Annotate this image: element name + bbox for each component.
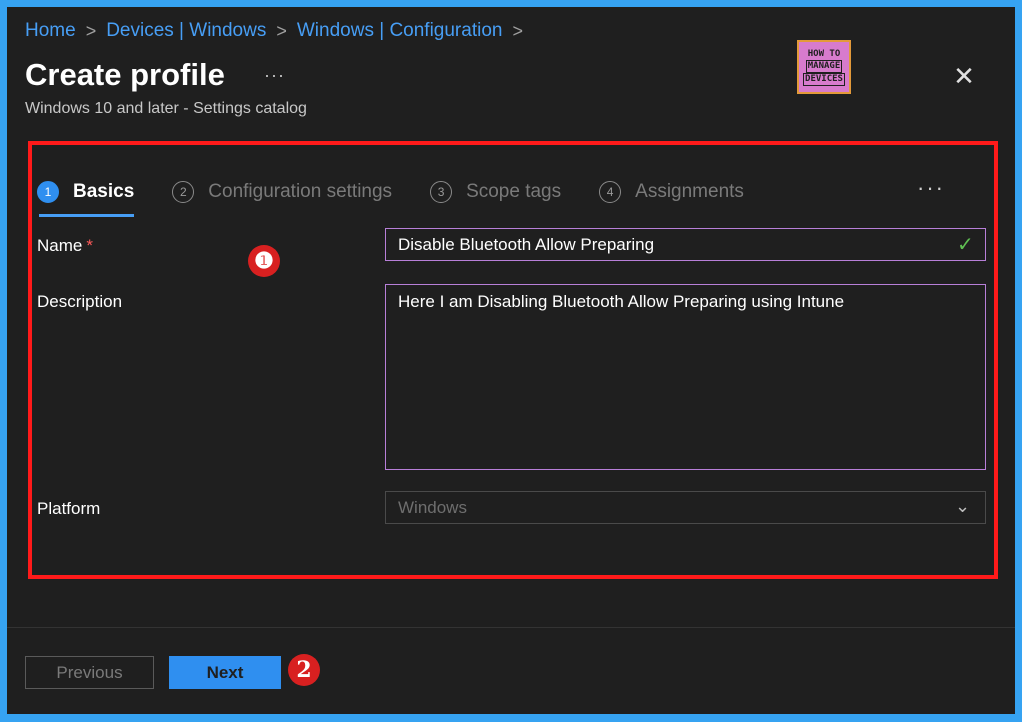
step-number-badge: 2 <box>172 181 195 203</box>
name-label: Name * <box>37 236 93 256</box>
tab-label: Basics <box>73 181 135 202</box>
annotation-marker-1: ❶ <box>248 245 280 277</box>
logo-line-3: DEVICES <box>803 72 845 86</box>
required-asterisk: * <box>86 236 93 255</box>
tab-label: Assignments <box>635 181 744 202</box>
description-label: Description <box>37 292 123 311</box>
tabs-overflow-icon[interactable]: ··· <box>917 175 945 201</box>
more-options-icon[interactable]: ··· <box>264 65 285 86</box>
tab-assignments[interactable]: 4 Assignments <box>599 172 744 212</box>
tab-configuration-settings[interactable]: 2 Configuration settings <box>172 172 392 212</box>
description-textarea[interactable]: Here I am Disabling Bluetooth Allow Prep… <box>385 284 986 470</box>
step-number-badge: 3 <box>430 181 453 203</box>
step-number-badge: 1 <box>37 181 59 203</box>
page-title: Create profile <box>25 57 225 92</box>
tab-label: Configuration settings <box>208 181 393 202</box>
platform-label: Platform <box>37 499 101 518</box>
tab-label: Scope tags <box>466 181 562 202</box>
breadcrumb-separator: > <box>85 20 97 41</box>
breadcrumb-devices-windows[interactable]: Devices | Windows <box>106 20 266 42</box>
previous-button[interactable]: Previous <box>25 656 154 689</box>
annotation-marker-2: 2 <box>288 654 320 686</box>
step-number-badge: 4 <box>599 181 622 203</box>
platform-select[interactable]: Windows <box>385 491 986 524</box>
chevron-down-icon: ⌄ <box>955 496 971 516</box>
close-icon[interactable]: ✕ <box>952 63 976 89</box>
next-button[interactable]: Next <box>169 656 281 689</box>
tab-scope-tags[interactable]: 3 Scope tags <box>430 172 561 212</box>
page-subtitle: Windows 10 and later - Settings catalog <box>25 100 307 117</box>
breadcrumb-separator: > <box>512 20 523 41</box>
logo-line-2: MANAGE <box>805 59 843 73</box>
footer-divider <box>7 627 1015 628</box>
create-profile-panel: Home > Devices | Windows > Windows | Con… <box>7 7 1015 714</box>
breadcrumb-separator: > <box>276 20 287 41</box>
name-input[interactable] <box>385 228 986 261</box>
platform-selected-value: Windows <box>398 497 467 517</box>
tab-basics[interactable]: 1 Basics <box>37 172 135 217</box>
how-to-manage-devices-logo: HOW TO MANAGE DEVICES <box>797 40 851 94</box>
breadcrumb: Home > Devices | Windows > Windows | Con… <box>25 19 523 43</box>
logo-line-1: HOW TO <box>807 48 841 59</box>
check-icon: ✓ <box>957 234 974 256</box>
name-label-text: Name <box>37 236 83 255</box>
wizard-tabs: 1 Basics 2 Configuration settings 3 Scop… <box>37 172 987 217</box>
breadcrumb-windows-configuration[interactable]: Windows | Configuration <box>297 20 503 42</box>
breadcrumb-home[interactable]: Home <box>25 20 76 42</box>
